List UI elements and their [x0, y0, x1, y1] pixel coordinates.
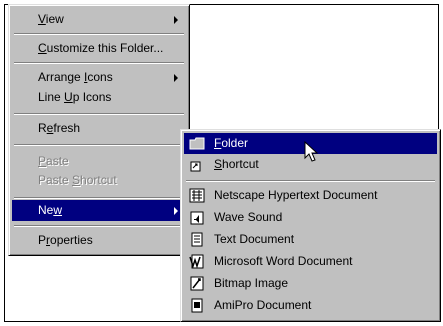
- view-accel: V: [38, 12, 46, 26]
- lineup-accel: U: [64, 90, 73, 104]
- context-menu: View Customize this Folder... Arrange Ic…: [8, 4, 190, 256]
- shortcut-icon: [190, 161, 201, 172]
- netscape-document-label: Netscape Hypertext Document: [214, 188, 378, 202]
- new-label-pre: Ne: [38, 203, 54, 217]
- folder-label-rest: older: [221, 136, 249, 150]
- menu-item-customize-folder[interactable]: Customize this Folder...: [12, 38, 186, 59]
- view-label-rest: iew: [45, 12, 64, 26]
- amipro-document-icon: [191, 298, 203, 313]
- menu-item-properties[interactable]: Properties: [12, 230, 186, 251]
- properties-label-pre: P: [38, 233, 47, 247]
- wave-sound-label: Wave Sound: [214, 210, 283, 224]
- menu-separator: [14, 225, 184, 227]
- refresh-label-rest: fresh: [53, 121, 81, 135]
- menu-separator: [14, 62, 184, 64]
- shortcut-label-rest: hortcut: [222, 157, 259, 171]
- bitmap-image-icon: [190, 276, 204, 291]
- menu-separator: [14, 113, 184, 115]
- menu-item-paste-shortcut[interactable]: Paste Shortcut: [12, 170, 186, 191]
- paste-shortcut-label-pre: Paste: [38, 173, 73, 187]
- paste-shortcut-label-rest: hortcut: [80, 173, 117, 187]
- customize-accel: C: [38, 41, 47, 55]
- menu-separator: [14, 33, 184, 35]
- paste-shortcut-accel: S: [72, 173, 81, 187]
- lineup-label-pre: Line: [38, 90, 65, 104]
- paste-label-rest: aste: [46, 154, 69, 168]
- properties-label-rest: operties: [50, 233, 93, 247]
- folder-icon: [189, 137, 205, 150]
- submenu-arrow-icon: [174, 207, 178, 215]
- submenu-item-wave-sound[interactable]: Wave Sound: [184, 207, 437, 228]
- paste-accel: P: [38, 154, 47, 168]
- submenu-item-amipro-document[interactable]: AmiPro Document: [184, 295, 437, 316]
- mouse-pointer-icon: [304, 141, 319, 162]
- submenu-item-netscape-document[interactable]: Netscape Hypertext Document: [184, 185, 437, 206]
- menu-item-new[interactable]: New: [12, 200, 186, 221]
- menu-item-refresh[interactable]: Refresh: [12, 118, 186, 139]
- arrange-label-rest: cons: [87, 70, 113, 84]
- amipro-document-label: AmiPro Document: [214, 298, 312, 312]
- bitmap-image-label: Bitmap Image: [214, 276, 289, 290]
- menu-separator: [14, 197, 184, 199]
- refresh-label-pre: R: [38, 121, 47, 135]
- submenu-arrow-icon: [174, 74, 178, 82]
- submenu-item-bitmap-image[interactable]: Bitmap Image: [184, 273, 437, 294]
- shortcut-accel: S: [214, 157, 223, 171]
- submenu-arrow-icon: [174, 16, 178, 24]
- text-document-icon: [191, 232, 203, 247]
- menu-item-view[interactable]: View: [12, 9, 186, 30]
- text-document-label: Text Document: [214, 232, 295, 246]
- arrange-label-pre: Arrange: [38, 70, 85, 84]
- netscape-document-icon: [189, 188, 205, 203]
- word-document-icon: [189, 254, 204, 269]
- new-accel: w: [53, 203, 63, 217]
- menu-separator: [14, 144, 184, 146]
- word-document-label: Microsoft Word Document: [214, 254, 353, 268]
- wave-sound-icon: [190, 211, 204, 225]
- submenu-item-word-document[interactable]: Microsoft Word Document: [184, 251, 437, 272]
- menu-separator: [186, 180, 435, 182]
- menu-item-arrange-icons[interactable]: Arrange Icons: [12, 67, 186, 88]
- menu-item-line-up-icons[interactable]: Line Up Icons: [12, 87, 186, 108]
- lineup-label-rest: p Icons: [72, 90, 112, 104]
- menu-item-paste[interactable]: Paste: [12, 151, 186, 172]
- customize-label-rest: ustomize this Folder...: [46, 41, 164, 55]
- submenu-item-text-document[interactable]: Text Document: [184, 229, 437, 250]
